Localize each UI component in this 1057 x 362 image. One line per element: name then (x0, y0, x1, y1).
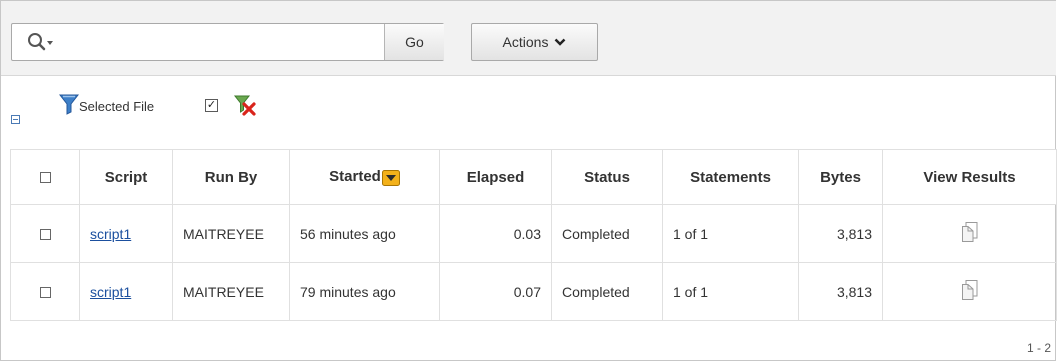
document-icon[interactable] (960, 280, 980, 304)
filter-enable-checkbox[interactable]: ✓ (205, 99, 218, 112)
actions-button[interactable]: Actions (471, 23, 598, 61)
report-region: Go Actions Selected File ✓ Script Run By… (0, 0, 1057, 361)
collapse-icon[interactable] (11, 115, 20, 124)
column-header-started-label: Started (329, 168, 381, 186)
column-header-view-results[interactable]: View Results (882, 149, 1057, 205)
table-row: script1 MAITREYEE 79 minutes ago 0.07 Co… (10, 262, 1057, 321)
search-toolbar: Go Actions (1, 1, 1056, 76)
script-link[interactable]: script1 (90, 284, 131, 300)
column-header-run-by[interactable]: Run By (172, 149, 290, 205)
funnel-icon[interactable] (58, 93, 80, 115)
bytes-cell: 3,813 (798, 262, 883, 321)
scripts-results-table: Script Run By Started Elapsed Status Sta… (10, 149, 1057, 321)
bytes-cell: 3,813 (798, 204, 883, 263)
select-all-header (10, 149, 80, 205)
row-select-cell (10, 204, 80, 263)
column-header-statements[interactable]: Statements (662, 149, 799, 205)
column-header-started[interactable]: Started (289, 149, 440, 205)
run-by-cell: MAITREYEE (172, 204, 290, 263)
started-cell: 56 minutes ago (289, 204, 440, 263)
view-results-cell (882, 204, 1057, 263)
search-icon[interactable] (26, 32, 60, 52)
table-header-row: Script Run By Started Elapsed Status Sta… (10, 149, 1057, 205)
status-cell: Completed (551, 204, 663, 263)
sort-descending-icon[interactable] (381, 169, 400, 186)
remove-filter-icon[interactable] (233, 93, 257, 117)
select-all-checkbox[interactable] (39, 172, 51, 184)
row-checkbox[interactable] (39, 287, 51, 299)
column-header-status[interactable]: Status (551, 149, 663, 205)
filter-label[interactable]: Selected File (79, 99, 154, 114)
script-cell: script1 (79, 262, 173, 321)
actions-label: Actions (502, 34, 549, 50)
go-button[interactable]: Go (384, 24, 444, 60)
statements-cell: 1 of 1 (662, 204, 799, 263)
column-header-bytes[interactable]: Bytes (798, 149, 883, 205)
row-checkbox[interactable] (39, 229, 51, 241)
filter-row: Selected File ✓ (1, 91, 401, 131)
started-cell: 79 minutes ago (289, 262, 440, 321)
statements-cell: 1 of 1 (662, 262, 799, 321)
search-input[interactable] (74, 26, 388, 60)
elapsed-cell: 0.03 (439, 204, 552, 263)
column-header-elapsed[interactable]: Elapsed (439, 149, 552, 205)
run-by-cell: MAITREYEE (172, 262, 290, 321)
script-cell: script1 (79, 204, 173, 263)
chevron-down-icon (554, 34, 566, 50)
view-results-cell (882, 262, 1057, 321)
table-row: script1 MAITREYEE 56 minutes ago 0.03 Co… (10, 204, 1057, 263)
search-field: Go (11, 23, 444, 61)
document-icon[interactable] (960, 222, 980, 246)
column-header-script[interactable]: Script (79, 149, 173, 205)
status-cell: Completed (551, 262, 663, 321)
row-select-cell (10, 262, 80, 321)
elapsed-cell: 0.07 (439, 262, 552, 321)
pagination-label: 1 - 2 (1026, 341, 1051, 355)
script-link[interactable]: script1 (90, 226, 131, 242)
